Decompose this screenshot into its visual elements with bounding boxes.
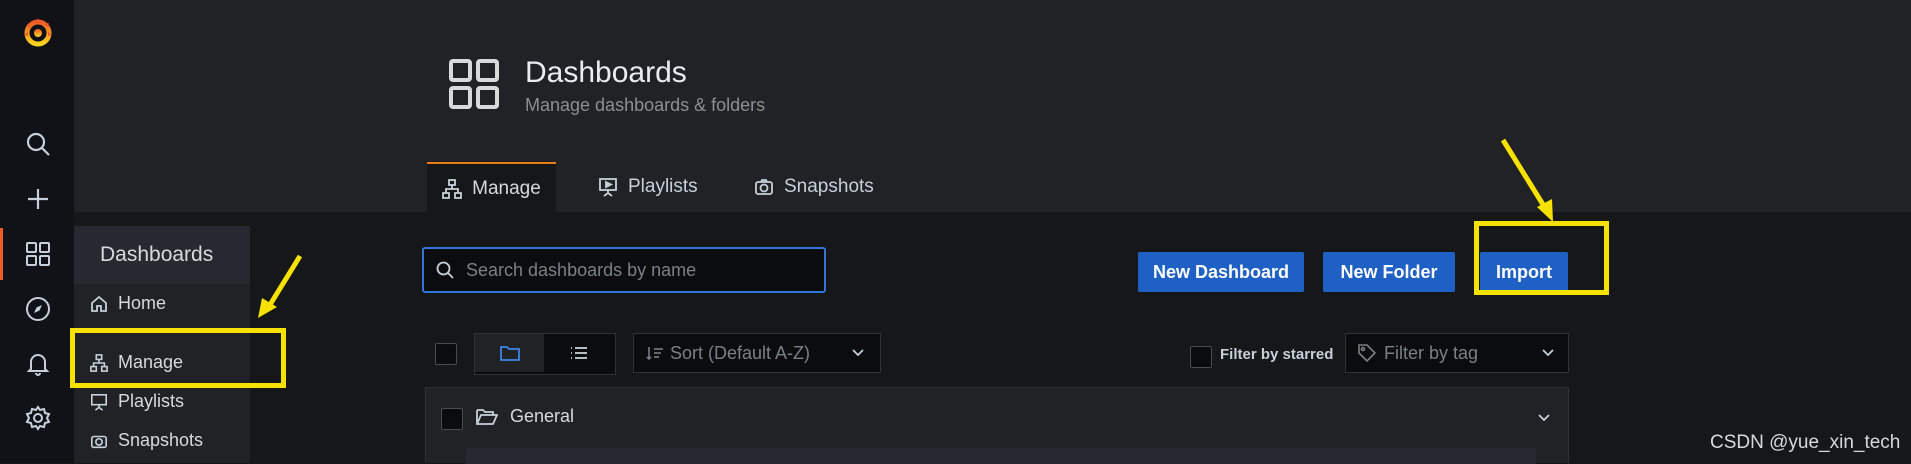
folder-content-placeholder <box>466 448 1536 464</box>
folder-view-button[interactable] <box>475 334 544 372</box>
popover-item-label: Playlists <box>118 391 185 411</box>
popover-menu-title: Dashboards <box>74 226 250 284</box>
home-icon <box>91 295 107 312</box>
sidebar-rail <box>0 0 74 463</box>
watermark: CSDN @yue_xin_tech <box>1710 432 1901 453</box>
folder-open-icon <box>476 408 498 425</box>
popover-item-snapshots[interactable]: Snapshots <box>90 430 203 451</box>
dashboards-icon[interactable] <box>20 236 56 272</box>
gear-icon[interactable] <box>20 400 56 436</box>
plus-icon[interactable] <box>20 181 56 217</box>
tab-playlists-label: Playlists <box>628 176 698 197</box>
popover-item-label: Snapshots <box>118 430 204 450</box>
sort-select[interactable]: Sort (Default A-Z) <box>633 333 881 373</box>
sort-icon <box>646 347 663 360</box>
filter-starred-label: Filter by starred <box>1220 346 1334 363</box>
sitemap-icon <box>442 179 463 199</box>
list-view-button[interactable] <box>544 334 614 372</box>
search-input[interactable] <box>464 258 798 282</box>
grafana-logo[interactable] <box>20 14 56 50</box>
page-header-icon <box>448 58 500 110</box>
new-folder-button[interactable]: New Folder <box>1323 252 1455 292</box>
popover-item-manage[interactable]: Manage <box>90 352 183 373</box>
tab-playlists[interactable]: Playlists <box>598 162 698 212</box>
list-icon <box>571 347 587 359</box>
page-subtitle: Manage dashboards & folders <box>525 95 766 115</box>
tab-manage[interactable]: Manage <box>427 162 556 214</box>
folder-row-general[interactable]: General <box>476 406 574 427</box>
tab-snapshots-label: Snapshots <box>784 176 874 197</box>
chevron-down-icon <box>1542 349 1554 357</box>
filter-starred-checkbox[interactable] <box>1190 346 1212 368</box>
bell-icon[interactable] <box>20 346 56 382</box>
camera-icon <box>755 179 773 195</box>
chevron-down-icon <box>852 349 864 357</box>
popover-item-label: Manage <box>118 352 184 372</box>
page-title: Dashboards <box>525 56 687 89</box>
search-icon[interactable] <box>20 126 56 162</box>
arrow-annotation-icon <box>258 254 303 318</box>
camera-icon <box>90 435 108 448</box>
folder-checkbox[interactable] <box>441 408 463 430</box>
tab-snapshots[interactable]: Snapshots <box>754 162 874 212</box>
tag-filter-select[interactable]: Filter by tag <box>1345 333 1569 373</box>
arrow-annotation-icon <box>1500 138 1553 222</box>
presentation-icon <box>599 178 617 197</box>
chevron-down-icon[interactable] <box>1538 414 1550 422</box>
tag-filter-placeholder: Filter by tag <box>1384 342 1479 363</box>
select-all-checkbox[interactable] <box>435 343 457 365</box>
compass-icon[interactable] <box>20 291 56 327</box>
dashboards-popover-menu: Dashboards Home Manage Playlists Snapsho… <box>74 226 250 463</box>
folder-icon <box>499 346 520 361</box>
active-indicator <box>0 228 3 280</box>
popover-item-home[interactable]: Home <box>90 293 166 314</box>
import-button[interactable]: Import <box>1480 252 1568 292</box>
popover-item-label: Home <box>118 293 167 313</box>
folder-section: General <box>425 387 1569 464</box>
tab-manage-label: Manage <box>472 178 541 199</box>
sitemap-icon <box>90 353 108 372</box>
page-header <box>74 0 1911 212</box>
folder-name: General <box>510 406 575 426</box>
search-icon <box>436 261 454 279</box>
popover-item-playlists[interactable]: Playlists <box>90 391 184 412</box>
new-dashboard-button[interactable]: New Dashboard <box>1138 252 1304 292</box>
sort-placeholder: Sort (Default A-Z) <box>670 342 811 363</box>
view-toggle <box>474 333 616 375</box>
presentation-icon <box>90 393 108 411</box>
tag-icon <box>1358 344 1376 362</box>
search-box <box>422 247 826 293</box>
